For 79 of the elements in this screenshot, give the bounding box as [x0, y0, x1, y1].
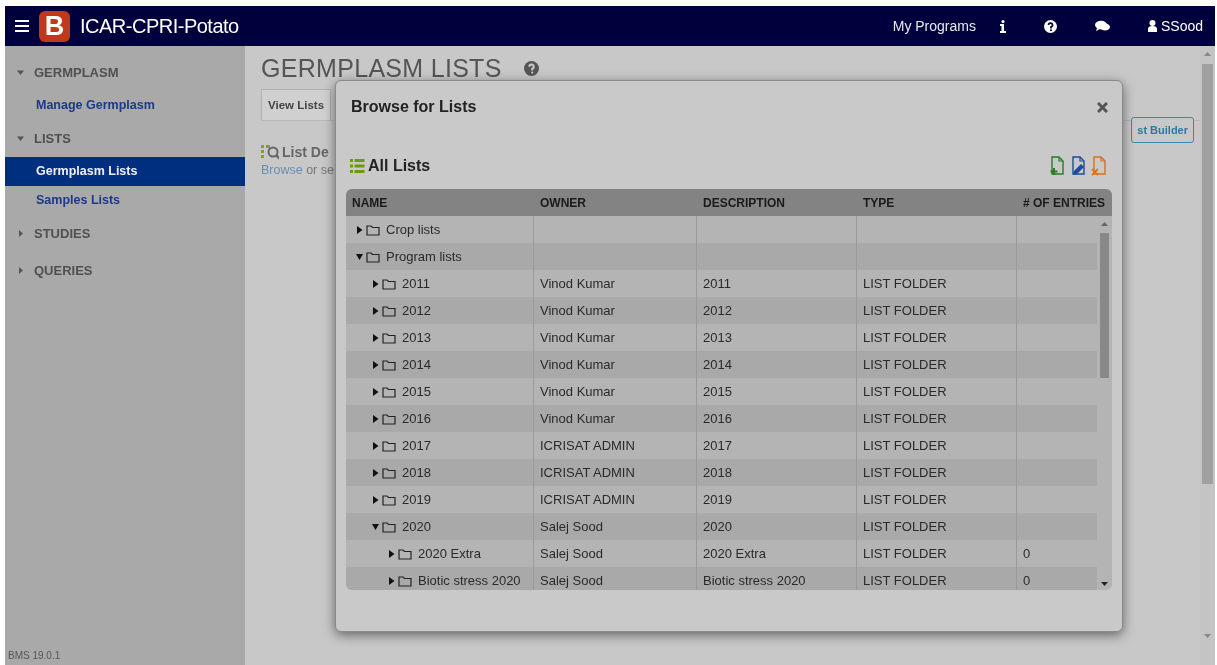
folder-icon [398, 574, 412, 587]
folder-name[interactable]: 2017 [402, 438, 431, 453]
caret-right-icon[interactable] [372, 441, 379, 450]
list-icon [350, 158, 365, 174]
user-menu[interactable]: SSood [1147, 18, 1203, 34]
folder-icon [382, 466, 396, 479]
list-heading: All Lists [368, 157, 431, 175]
folder-icon [382, 331, 396, 344]
folder-name[interactable]: 2020 [402, 519, 431, 534]
section-label[interactable]: QUERIES [34, 263, 93, 278]
folder-icon [382, 304, 396, 317]
app-logo[interactable]: B [39, 10, 70, 42]
user-icon [1147, 20, 1157, 32]
folder-icon [382, 520, 396, 533]
table-cell: LIST FOLDER [857, 567, 1017, 590]
caret-right-icon[interactable] [372, 495, 379, 504]
folder-icon [382, 493, 396, 506]
app-name[interactable]: ICAR-CPRI-Potato [80, 14, 239, 38]
folder-name[interactable]: Program lists [386, 249, 462, 264]
caret-down-icon[interactable] [372, 522, 379, 531]
caret-right-icon[interactable] [388, 549, 395, 558]
table-cell-text: 0 [1022, 572, 1032, 590]
folder-name[interactable]: 2019 [402, 492, 431, 507]
caret-right-icon[interactable] [372, 333, 379, 342]
edit-file-icon[interactable] [1070, 156, 1087, 176]
folder-name[interactable]: 2014 [402, 357, 431, 372]
menu-icon[interactable] [15, 20, 29, 32]
caret-right-icon[interactable] [356, 225, 363, 234]
caret-down-icon[interactable] [356, 252, 363, 261]
section-title: List De [282, 144, 329, 160]
folder-icon [366, 250, 380, 263]
section-label[interactable]: LISTS [34, 131, 71, 146]
folder-name[interactable]: Crop lists [386, 222, 441, 237]
sidebar-item[interactable]: Manage Germplasm [5, 91, 245, 120]
folder-icon [382, 439, 396, 452]
close-icon[interactable] [1097, 101, 1108, 113]
list-search-icon [261, 143, 279, 161]
caret-right-icon[interactable] [388, 576, 395, 585]
info-icon[interactable] [999, 19, 1006, 33]
nav-link[interactable]: My Programs [892, 18, 976, 34]
folder-name[interactable]: 2018 [402, 465, 431, 480]
folder-name[interactable]: 2020 Extra [418, 546, 481, 561]
folder-icon [382, 385, 396, 398]
folder-name[interactable]: 2011 [402, 276, 430, 291]
tab[interactable]: View Lists [261, 89, 332, 120]
column-header[interactable]: NAME [346, 189, 534, 216]
caret-right-icon[interactable] [372, 387, 379, 396]
folder-icon [382, 412, 396, 425]
folder-icon [398, 547, 412, 560]
folder-icon [382, 277, 396, 290]
version-label: BMS 19.0.1 [7, 650, 62, 663]
folder-name[interactable]: 2016 [402, 411, 431, 426]
table-cell: Biotic stress 2020 [697, 567, 857, 590]
folder-icon [382, 358, 396, 371]
page-title: GERMPLASM LISTS [261, 54, 502, 83]
folder-name[interactable]: 2012 [402, 303, 431, 318]
dialog-title: Browse for Lists [351, 98, 477, 116]
section-label[interactable]: GERMPLASM [34, 65, 119, 80]
folder-name[interactable]: Biotic stress 2020 [418, 573, 521, 588]
chat-icon[interactable] [1094, 20, 1110, 32]
caret-right-icon[interactable] [372, 468, 379, 477]
caret-right-icon[interactable] [372, 414, 379, 423]
column-header[interactable]: DESCRIPTION [697, 189, 857, 216]
sidebar-item[interactable]: Germplasm Lists [5, 157, 245, 186]
section-label[interactable]: STUDIES [34, 226, 91, 241]
add-file-icon[interactable] [1049, 156, 1066, 176]
table-cell: Salej Sood [534, 567, 697, 590]
caret-right-icon[interactable] [372, 279, 379, 288]
column-header[interactable]: # OF ENTRIES [1017, 189, 1112, 216]
column-header[interactable]: TYPE [857, 189, 1017, 216]
table-cell-text: 0 [1022, 545, 1032, 563]
folder-name[interactable]: 2013 [402, 330, 431, 345]
sidebar-item[interactable]: Samples Lists [5, 186, 245, 215]
caret-right-icon[interactable] [372, 360, 379, 369]
folder-name[interactable]: 2015 [402, 384, 431, 399]
caret-right-icon[interactable] [372, 306, 379, 315]
help-icon[interactable] [1043, 19, 1057, 33]
folder-icon [366, 223, 380, 236]
column-header[interactable]: OWNER [534, 189, 697, 216]
